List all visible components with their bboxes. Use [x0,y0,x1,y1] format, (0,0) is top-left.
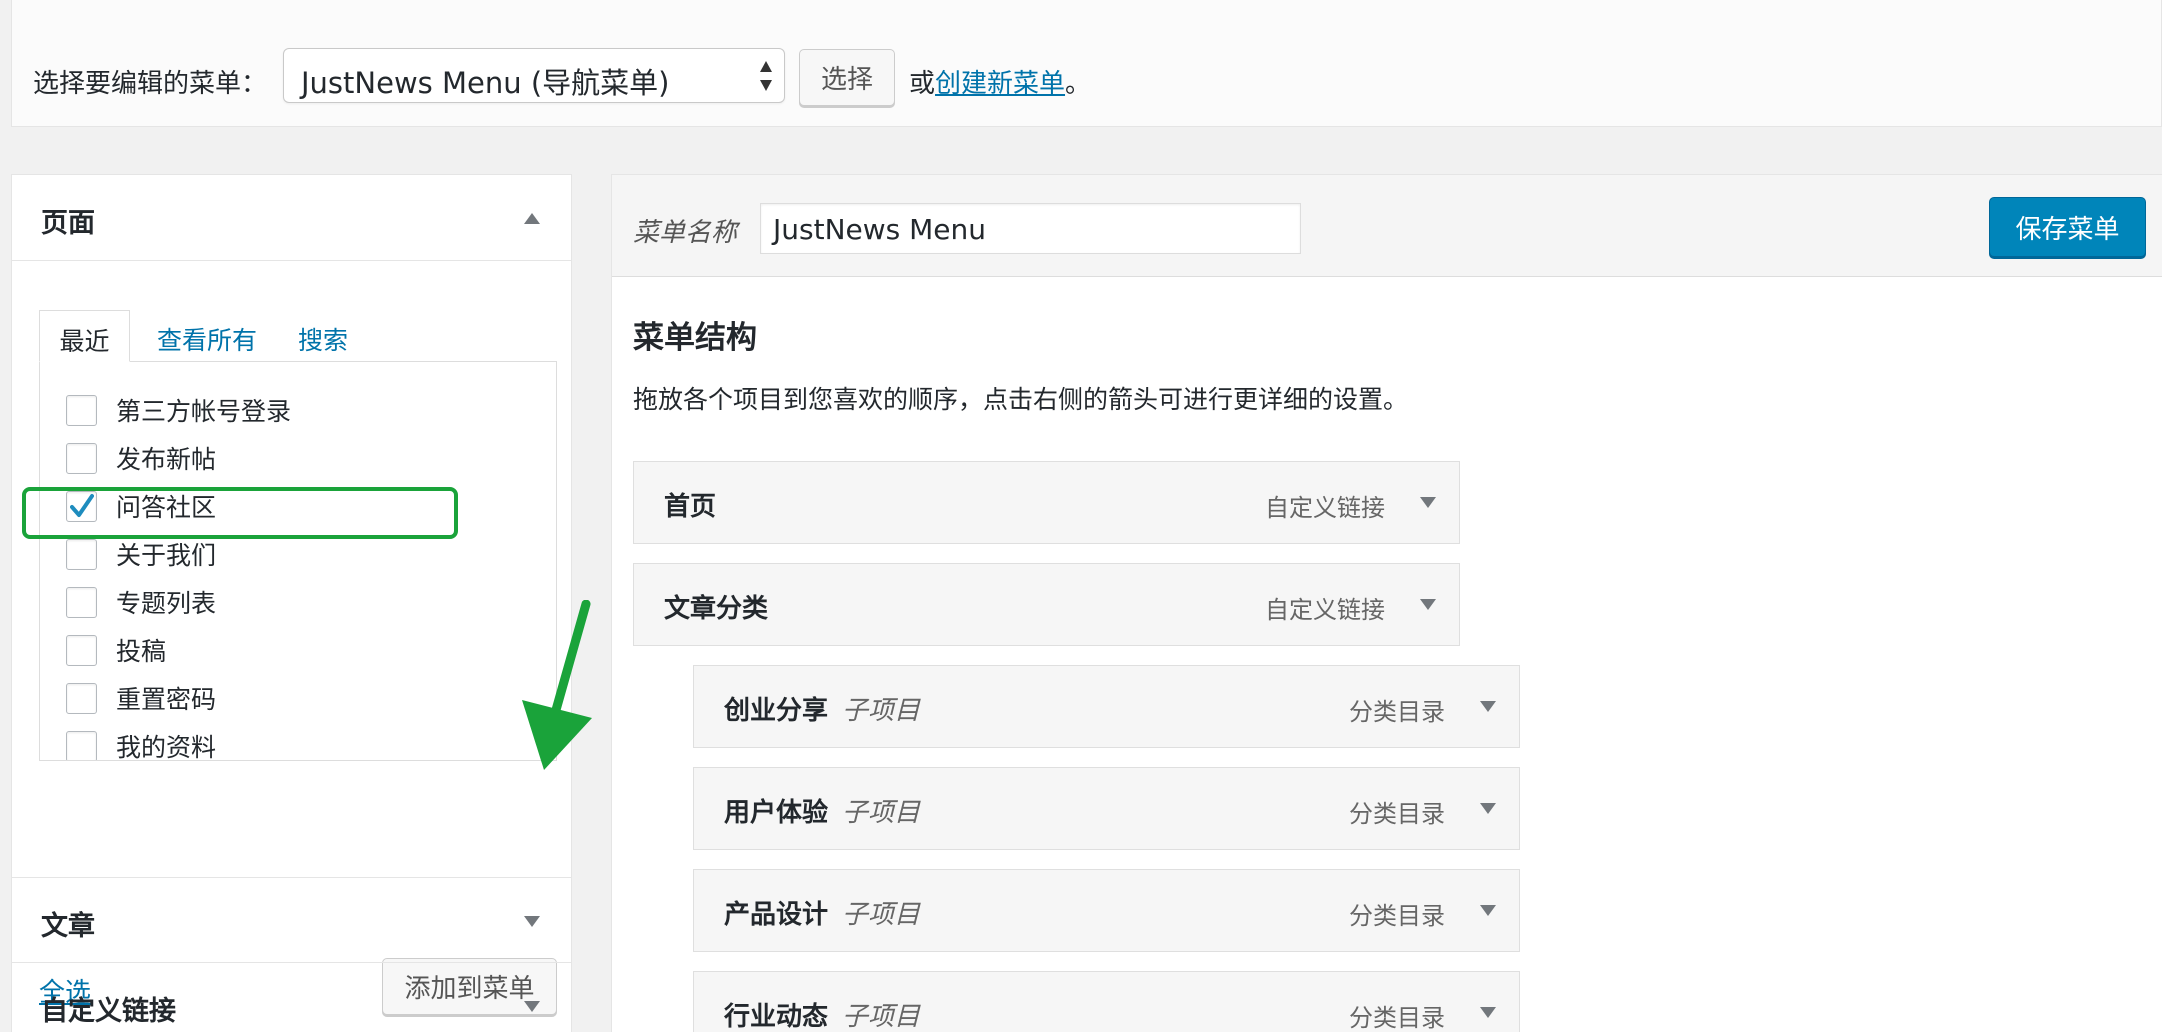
menu-item-title-text: 文章分类 [664,594,769,624]
sub-item-label: 子项目 [842,1002,921,1032]
menu-name-label: 菜单名称 [633,218,738,248]
page-item[interactable]: 我的资料 [66,728,217,761]
menu-item-type: 分类目录 [1349,902,1445,930]
pages-accordion-header[interactable]: 页面 [12,175,571,261]
menu-item-title-text: 首页 [664,492,717,522]
page-item[interactable]: 第三方帐号登录 [66,392,291,428]
expand-item-arrow-icon[interactable] [1420,599,1436,610]
menu-item-type: 分类目录 [1349,698,1445,726]
period-text: 。 [1065,69,1092,99]
expand-arrow-icon[interactable] [524,1001,540,1012]
tab-search[interactable]: 搜索 [298,310,348,362]
expand-arrow-icon[interactable] [524,916,540,927]
expand-item-arrow-icon[interactable] [1480,701,1496,712]
menu-item-title: 文章分类 [664,588,768,625]
page-label: 关于我们 [116,541,217,570]
menu-item-child[interactable]: 行业动态 子项目 分类目录 [693,971,1520,1032]
menu-select-dropdown[interactable]: JustNews Menu (导航菜单) [283,48,785,103]
menu-name-input[interactable]: JustNews Menu [760,203,1301,254]
menu-header: 菜单名称 JustNews Menu 保存菜单 [612,175,2162,277]
collapse-arrow-icon[interactable] [524,213,540,224]
page-checkbox[interactable] [66,442,97,474]
pages-tabs: 最近 查看所有 搜索 [39,310,559,362]
page-item[interactable]: 投稿 [66,632,166,668]
page-checkbox[interactable] [66,586,97,618]
menu-item[interactable]: 首页 自定义链接 [633,461,1460,544]
page-label: 发布新帖 [116,445,217,474]
menu-structure-panel: 菜单名称 JustNews Menu 保存菜单 菜单结构 拖放各个项目到您喜欢的… [611,174,2162,1032]
menu-select-value: JustNews Menu (导航菜单) [301,66,670,100]
expand-item-arrow-icon[interactable] [1480,905,1496,916]
page-checkbox[interactable] [66,634,97,666]
menu-item-type: 分类目录 [1349,1004,1445,1032]
menu-item-type: 自定义链接 [1265,596,1385,624]
expand-item-arrow-icon[interactable] [1480,1007,1496,1018]
select-menu-button[interactable]: 选择 [799,49,895,106]
green-arrow-icon [522,600,592,770]
or-text: 或 [909,69,936,99]
menu-item-title: 创业分享 子项目 [724,690,920,727]
menu-item-title: 首页 [664,486,716,523]
posts-accordion-title: 文章 [41,911,95,942]
save-menu-button[interactable]: 保存菜单 [1989,197,2146,257]
menu-item-title: 用户体验 子项目 [724,792,920,829]
sub-item-label: 子项目 [842,798,921,828]
page-item[interactable]: 发布新帖 [66,440,216,476]
create-menu-text: 或创建新菜单。 [909,63,1091,100]
tab-recent[interactable]: 最近 [39,310,130,362]
page-checkbox[interactable] [66,538,97,570]
expand-item-arrow-icon[interactable] [1420,497,1436,508]
pages-checklist[interactable]: 第三方帐号登录 发布新帖 问答社区 关于我们 专题列表 投稿 重置密码 我的资料 [39,361,557,761]
custom-links-accordion-header[interactable]: 自定义链接 [12,963,571,1032]
sub-item-label: 子项目 [842,900,921,930]
menu-item-title-text: 用户体验 [724,798,829,828]
page-item[interactable]: 关于我们 [66,536,216,572]
menu-select-label: 选择要编辑的菜单： [33,69,268,99]
pages-accordion-title: 页面 [41,208,95,239]
page-item[interactable]: 重置密码 [66,680,216,716]
page-item[interactable]: 专题列表 [66,584,216,620]
menu-structure-description: 拖放各个项目到您喜欢的顺序，点击右侧的箭头可进行更详细的设置。 [633,385,1409,414]
page-label: 我的资料 [116,733,217,761]
menu-item-title-text: 产品设计 [724,900,829,930]
select-updown-icon [760,61,772,91]
page-label: 专题列表 [116,589,217,618]
menu-item-title: 行业动态 子项目 [724,996,920,1032]
tab-view-all[interactable]: 查看所有 [157,310,257,362]
page-label: 投稿 [116,637,167,666]
sub-item-label: 子项目 [842,696,921,726]
menu-structure-title: 菜单结构 [633,320,757,356]
menu-select-bar: 选择要编辑的菜单： JustNews Menu (导航菜单) 选择 或创建新菜单… [11,0,2162,127]
menu-item-child[interactable]: 用户体验 子项目 分类目录 [693,767,1520,850]
menu-item-child[interactable]: 产品设计 子项目 分类目录 [693,869,1520,952]
menu-name-value: JustNews Menu [773,213,987,246]
expand-item-arrow-icon[interactable] [1480,803,1496,814]
page-label: 重置密码 [116,685,217,714]
menu-item-title-text: 行业动态 [724,1002,829,1032]
menu-item-child[interactable]: 创业分享 子项目 分类目录 [693,665,1520,748]
page-checkbox[interactable] [66,394,97,426]
custom-links-accordion-title: 自定义链接 [41,996,176,1027]
menu-item[interactable]: 文章分类 自定义链接 [633,563,1460,646]
page-checkbox[interactable] [66,682,97,714]
highlight-annotation [22,487,458,539]
menu-item-type: 自定义链接 [1265,494,1385,522]
add-menu-items-panel: 页面 最近 查看所有 搜索 第三方帐号登录 发布新帖 问答社区 关于我们 专题列… [11,174,592,1032]
page-label: 第三方帐号登录 [116,397,292,426]
menu-item-title-text: 创业分享 [724,696,829,726]
create-new-menu-link[interactable]: 创建新菜单 [935,69,1065,99]
posts-accordion-header[interactable]: 文章 [12,877,571,963]
menu-item-type: 分类目录 [1349,800,1445,828]
page-checkbox[interactable] [66,730,97,760]
menu-item-title: 产品设计 子项目 [724,894,920,931]
